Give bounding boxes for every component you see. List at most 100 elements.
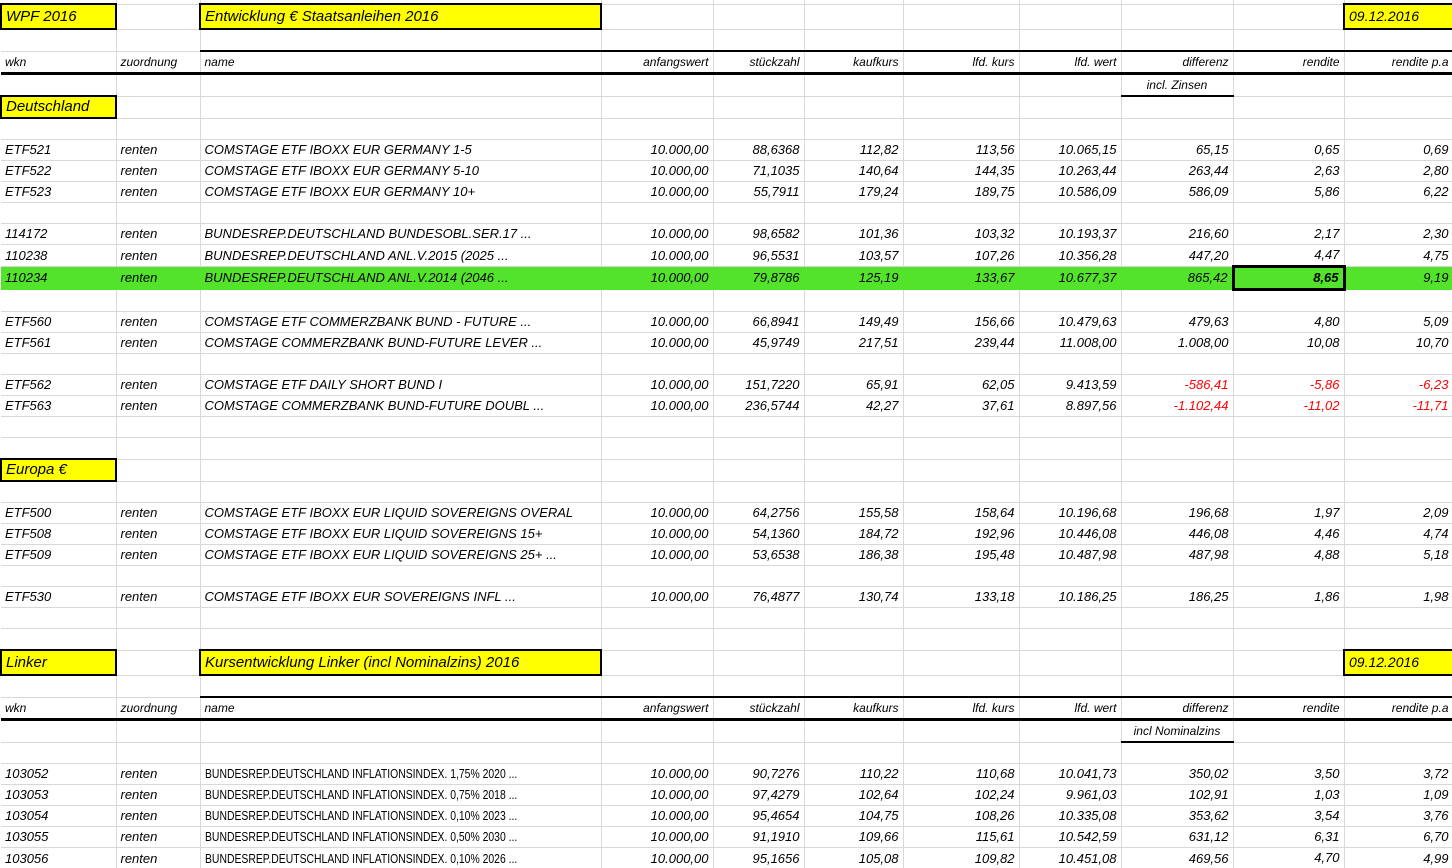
cell-etf500-lfd-kurs[interactable]: 158,64 [903,502,1020,524]
cell-110238-differenz[interactable]: 447,20 [1121,244,1234,267]
cell-r17c9[interactable] [1121,353,1234,375]
cell-etf530-lfd-wert[interactable]: 10.186,25 [1019,586,1122,608]
cell-r35c8[interactable] [1019,742,1122,764]
cell-r29c8[interactable] [1019,607,1122,629]
cell-r23c8[interactable] [1019,481,1122,503]
cell-110234-stueckzahl[interactable]: 79,8786 [713,266,805,290]
cell-r4c5[interactable] [713,73,805,97]
cell-110234-anfangswert[interactable]: 10.000,00 [601,266,714,290]
cell-r35c5[interactable] [713,742,805,764]
cell-etf561-lfd-wert[interactable]: 11.008,00 [1019,332,1122,354]
cell-r34c8[interactable] [1019,719,1122,743]
cell-r22c5[interactable] [713,459,805,482]
cell-r35c11[interactable] [1344,742,1452,764]
cell-r20c9[interactable] [1121,416,1234,438]
cell-etf522-wkn[interactable]: ETF522 [1,160,117,182]
cell-r2c4[interactable] [601,29,714,52]
colheader-rendite[interactable]: rendite [1233,50,1345,75]
cell-r2c11[interactable] [1344,29,1452,52]
cell-etf509-anfangswert[interactable]: 10.000,00 [601,544,714,566]
cell-r10c5[interactable] [713,202,805,224]
cell-103056-lfd-kurs[interactable]: 109,82 [903,847,1020,868]
cell-103053-kaufkurs[interactable]: 102,64 [804,784,904,806]
cell-r31c8[interactable] [1019,650,1122,676]
colheader-kaufkurs[interactable]: kaufkurs [804,696,904,721]
cell-r32c4[interactable] [601,675,714,698]
cell-etf508-rendite-pa[interactable]: 4,74 [1344,523,1452,545]
cell-etf508-zuordnung[interactable]: renten [116,523,201,545]
cell-r30c9[interactable] [1121,628,1234,651]
date-badge[interactable]: 09.12.2016 [1343,3,1452,30]
title-kursentwicklung-linker-incl-nominalzins-2016[interactable]: Kursentwicklung Linker (incl Nominalzins… [199,649,602,676]
cell-etf562-rendite[interactable]: -5,86 [1233,374,1345,396]
cell-r32c9[interactable] [1121,675,1234,698]
cell-etf560-lfd-wert[interactable]: 10.479,63 [1019,311,1122,333]
cell-etf522-rendite[interactable]: 2,63 [1233,160,1345,182]
cell-r10c4[interactable] [601,202,714,224]
cell-110234-wkn[interactable]: 110234 [1,266,117,290]
cell-r27c11[interactable] [1344,565,1452,587]
cell-r23c11[interactable] [1344,481,1452,503]
cell-103054-lfd-kurs[interactable]: 108,26 [903,805,1020,827]
cell-r34c3[interactable] [200,719,602,743]
cell-r2c3[interactable] [200,29,602,52]
cell-103055-lfd-wert[interactable]: 10.542,59 [1019,826,1122,848]
cell-r2c8[interactable] [1019,29,1122,52]
cell-r1c5[interactable] [713,4,805,30]
cell-114172-differenz[interactable]: 216,60 [1121,223,1234,245]
cell-r17c4[interactable] [601,353,714,375]
cell-etf523-stueckzahl[interactable]: 55,7911 [713,181,805,203]
cell-etf500-zuordnung[interactable]: renten [116,502,201,524]
cell-114172-zuordnung[interactable]: renten [116,223,201,245]
cell-110234-differenz[interactable]: 865,42 [1121,266,1234,290]
cell-103053-zuordnung[interactable]: renten [116,784,201,806]
cell-r20c3[interactable] [200,416,602,438]
cell-etf522-anfangswert[interactable]: 10.000,00 [601,160,714,182]
cell-etf563-stueckzahl[interactable]: 236,5744 [713,395,805,417]
cell-etf562-lfd-kurs[interactable]: 62,05 [903,374,1020,396]
cell-etf530-stueckzahl[interactable]: 76,4877 [713,586,805,608]
cell-r23c10[interactable] [1233,481,1345,503]
cell-r21c10[interactable] [1233,437,1345,460]
title-entwicklung-staatsanleihen-2016[interactable]: Entwicklung € Staatsanleihen 2016 [199,3,602,30]
colheader-zuordnung[interactable]: zuordnung [116,697,201,721]
cell-etf509-differenz[interactable]: 487,98 [1121,544,1234,566]
cell-etf509-zuordnung[interactable]: renten [116,544,201,566]
cell-etf530-zuordnung[interactable]: renten [116,586,201,608]
cell-r22c4[interactable] [601,459,714,482]
cell-etf509-wkn[interactable]: ETF509 [1,544,117,566]
cell-r20c10[interactable] [1233,416,1345,438]
cell-etf562-kaufkurs[interactable]: 65,91 [804,374,904,396]
cell-etf560-rendite[interactable]: 4,80 [1233,311,1345,333]
cell-r5c11[interactable] [1344,96,1452,119]
cell-r35c1[interactable] [1,742,117,764]
cell-r29c2[interactable] [116,607,201,629]
cell-114172-rendite-pa[interactable]: 2,30 [1344,223,1452,245]
section-deutschland[interactable]: Deutschland [0,95,117,119]
cell-110238-stueckzahl[interactable]: 96,5531 [713,244,805,267]
cell-etf500-wkn[interactable]: ETF500 [1,502,117,524]
cell-r10c9[interactable] [1121,202,1234,224]
cell-r21c6[interactable] [804,437,904,460]
cell-etf562-name[interactable]: COMSTAGE ETF DAILY SHORT BUND I [200,374,602,396]
cell-r29c3[interactable] [200,607,602,629]
cell-etf561-zuordnung[interactable]: renten [116,332,201,354]
cell-etf561-lfd-kurs[interactable]: 239,44 [903,332,1020,354]
cell-r22c10[interactable] [1233,459,1345,482]
colheader-anfangswert[interactable]: anfangswert [601,696,714,721]
cell-r1c2[interactable] [116,4,201,30]
cell-r21c2[interactable] [116,437,201,460]
cell-etf521-lfd-wert[interactable]: 10.065,15 [1019,139,1122,161]
cell-etf562-anfangswert[interactable]: 10.000,00 [601,374,714,396]
cell-r10c3[interactable] [200,202,602,224]
cell-r10c10[interactable] [1233,202,1345,224]
cell-r6c5[interactable] [713,118,805,140]
cell-r20c11[interactable] [1344,416,1452,438]
colheader-stueckzahl[interactable]: stückzahl [713,50,805,75]
cell-r32c8[interactable] [1019,675,1122,698]
cell-etf530-kaufkurs[interactable]: 130,74 [804,586,904,608]
cell-r31c5[interactable] [713,650,805,676]
colheader-wkn[interactable]: wkn [1,51,117,75]
cell-etf563-anfangswert[interactable]: 10.000,00 [601,395,714,417]
cell-etf530-differenz[interactable]: 186,25 [1121,586,1234,608]
